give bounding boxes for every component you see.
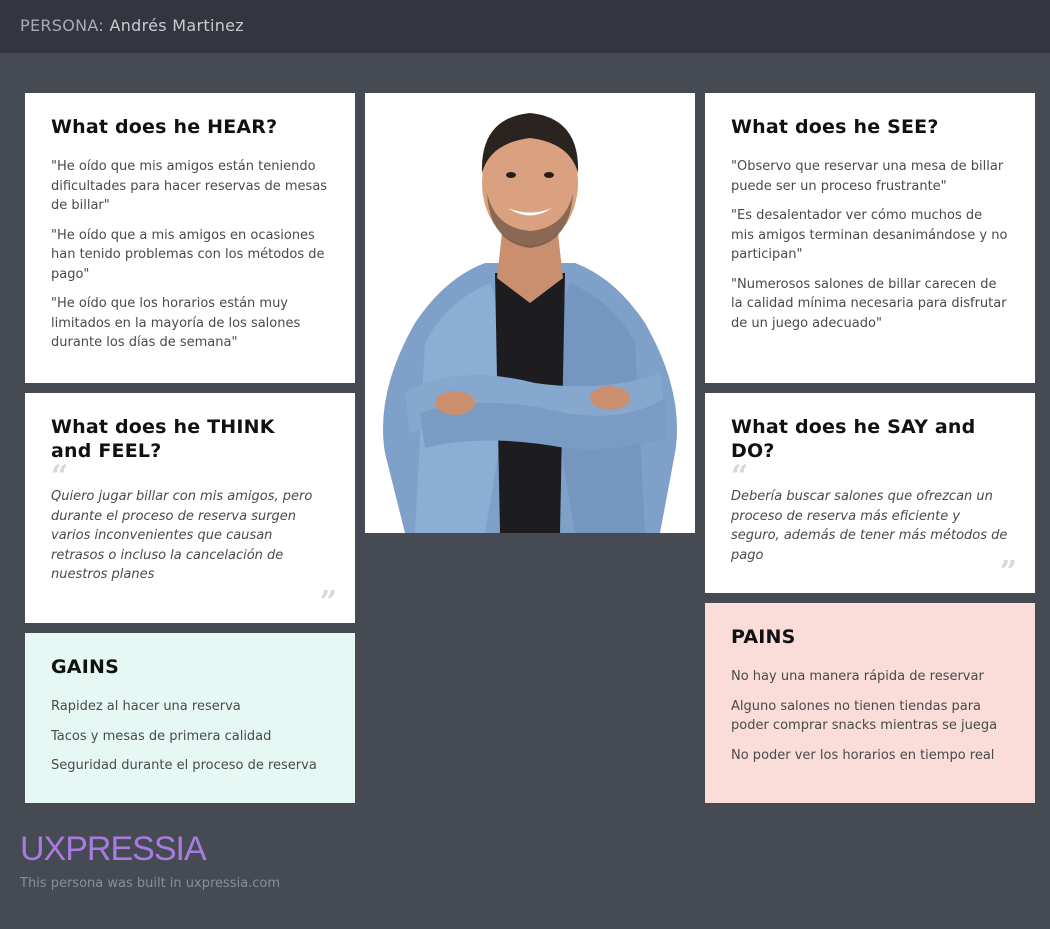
pains-item: No hay una manera rápida de reservar bbox=[731, 669, 984, 684]
persona-title-prefix: PERSONA: bbox=[20, 16, 105, 35]
think-feel-title: What does he THINK and FEEL? bbox=[51, 416, 275, 462]
pains-item: No poder ver los horarios en tiempo real bbox=[731, 747, 995, 763]
think-feel-quote: Quiero jugar billar con mis amigos, pero… bbox=[51, 489, 313, 582]
close-quote-icon: ” bbox=[319, 585, 337, 620]
see-item: "Observo que reservar una mesa de billar… bbox=[731, 159, 1004, 194]
persona-name: Andrés Martinez bbox=[109, 16, 244, 35]
persona-title: PERSONA: Andrés Martinez bbox=[20, 16, 244, 35]
pains-card: PAINS No hay una manera rápida de reserv… bbox=[705, 603, 1035, 803]
persona-avatar-illustration bbox=[365, 93, 695, 533]
gains-item: Rapidez al hacer una reserva bbox=[51, 699, 241, 714]
persona-header: PERSONA: Andrés Martinez bbox=[0, 0, 1050, 53]
pains-title: PAINS bbox=[731, 626, 796, 648]
hear-card: What does he HEAR? "He oído que mis amig… bbox=[25, 93, 355, 383]
see-item: "Numerosos salones de billar carecen de … bbox=[731, 276, 1007, 331]
see-title: What does he SEE? bbox=[731, 116, 939, 138]
say-do-title: What does he SAY and DO? bbox=[731, 416, 976, 462]
hear-item: "He oído que a mis amigos en ocasiones h… bbox=[51, 227, 325, 282]
footer-note: This persona was built in uxpressia.com bbox=[20, 876, 281, 891]
close-quote-icon: ” bbox=[999, 555, 1017, 590]
open-quote-icon: “ bbox=[731, 459, 749, 494]
gains-card: GAINS Rapidez al hacer una reserva Tacos… bbox=[25, 633, 355, 803]
say-do-card: What does he SAY and DO? “ Debería busca… bbox=[705, 393, 1035, 593]
gains-title: GAINS bbox=[51, 656, 119, 678]
uxpressia-logo[interactable]: UXPRESSIA bbox=[20, 830, 207, 869]
persona-photo bbox=[365, 93, 695, 533]
gains-item: Seguridad durante el proceso de reserva bbox=[51, 758, 317, 773]
pains-item: Alguno salones no tienen tiendas para po… bbox=[731, 698, 998, 734]
see-card: What does he SEE? "Observo que reservar … bbox=[705, 93, 1035, 383]
think-feel-card: What does he THINK and FEEL? “ Quiero ju… bbox=[25, 393, 355, 623]
hear-title: What does he HEAR? bbox=[51, 116, 278, 138]
say-do-quote: Debería buscar salones que ofrezcan un p… bbox=[731, 489, 1008, 563]
hear-item: "He oído que los horarios están muy limi… bbox=[51, 296, 301, 350]
see-item: "Es desalentador ver cómo muchos de mis … bbox=[731, 208, 1008, 262]
open-quote-icon: “ bbox=[51, 459, 69, 494]
gains-item: Tacos y mesas de primera calidad bbox=[51, 728, 272, 744]
hear-item: "He oído que mis amigos están teniendo d… bbox=[51, 159, 328, 213]
